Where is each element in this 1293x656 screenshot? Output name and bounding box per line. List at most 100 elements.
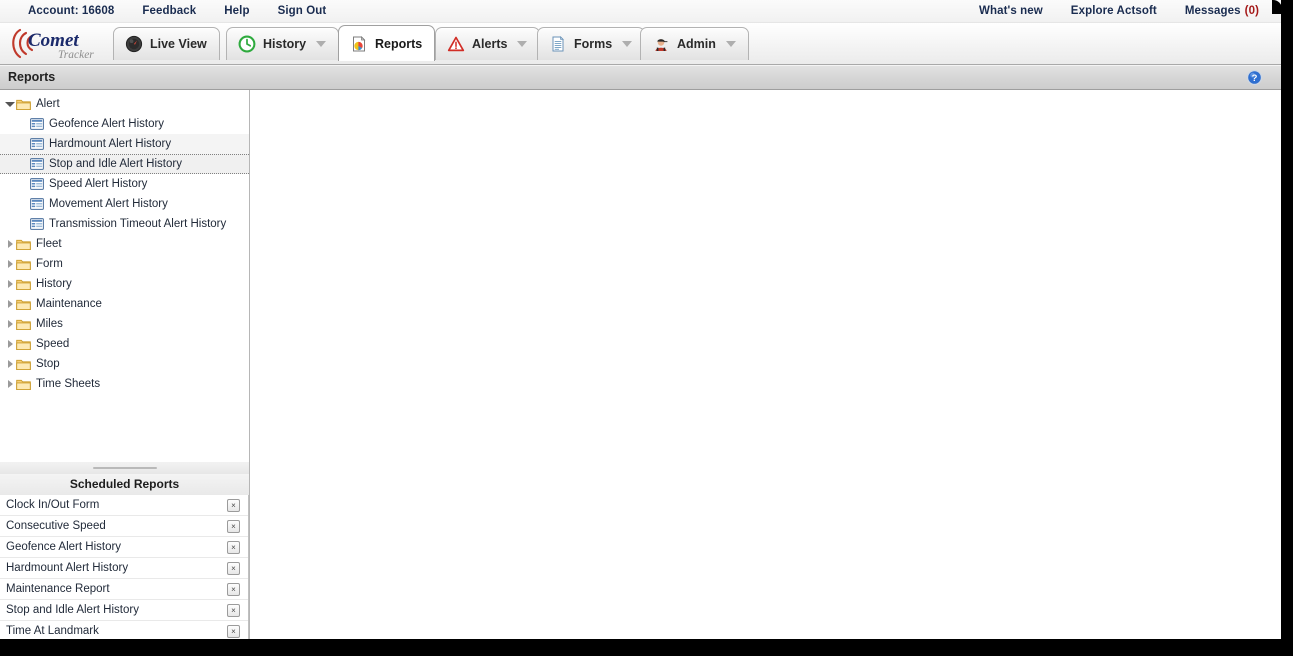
delete-scheduled-report-icon[interactable]: × [227,582,240,596]
tree-expander-expanded-icon[interactable] [4,98,16,110]
scheduled-report-row[interactable]: Clock In/Out Form × [0,495,248,516]
scheduled-report-label: Stop and Idle Alert History [6,604,139,616]
scheduled-reports-header: Scheduled Reports [0,474,249,496]
tree-expander-collapsed-icon[interactable] [4,258,16,270]
sign-out-link[interactable]: Sign Out [264,0,341,22]
svg-text:?: ? [1252,73,1258,84]
tree-node-transmission-timeout-alert-history[interactable]: Transmission Timeout Alert History [0,214,249,234]
tree-node-label: Movement Alert History [49,198,168,210]
chevron-down-icon[interactable] [316,41,327,47]
report-icon [30,178,44,190]
scheduled-reports-list: Clock In/Out Form × Consecutive Speed × Geof… [0,495,249,639]
tab-alerts[interactable]: Alerts [435,27,541,60]
folder-icon [16,239,31,250]
tree-node-label: Alert [36,98,60,110]
warning-triangle-icon [447,35,465,53]
utility-bar-left-links: Account: 16608 Feedback Help Sign Out [14,0,340,22]
tab-forms-label: Forms [574,37,613,51]
delete-scheduled-report-icon[interactable]: × [227,624,240,638]
tree-node-alert[interactable]: Alert [0,94,249,114]
splitter-grip[interactable] [92,467,157,469]
delete-scheduled-report-icon[interactable]: × [227,498,240,512]
tree-node-label: Form [36,258,63,270]
tree-node-label: Stop and Idle Alert History [49,158,182,170]
scheduled-report-row[interactable]: Stop and Idle Alert History × [0,600,248,621]
folder-icon [16,299,31,310]
scheduled-report-row[interactable]: Maintenance Report × [0,579,248,600]
tree-node-speed-alert-history[interactable]: Speed Alert History [0,174,249,194]
whats-new-link[interactable]: What's new [965,0,1057,22]
user-admin-icon [652,35,670,53]
report-content-area [251,90,1281,639]
tree-node-maintenance[interactable]: Maintenance [0,294,249,314]
tab-admin[interactable]: Admin [640,27,749,60]
explore-actsoft-link[interactable]: Explore Actsoft [1057,0,1171,22]
tab-forms[interactable]: Forms [537,27,646,60]
tree-node-geofence-alert-history[interactable]: Geofence Alert History [0,114,249,134]
report-icon [30,118,44,130]
tab-live-view[interactable]: Live View [113,27,220,60]
chevron-down-icon[interactable] [517,41,528,47]
comet-tracker-logo: Comet Tracker [6,24,110,63]
tree-expander-collapsed-icon[interactable] [4,318,16,330]
chevron-down-icon[interactable] [725,41,736,47]
scheduled-report-label: Maintenance Report [6,583,110,595]
tree-node-movement-alert-history[interactable]: Movement Alert History [0,194,249,214]
tree-node-hardmount-alert-history[interactable]: Hardmount Alert History [0,134,249,154]
window-right-shadow [1281,0,1293,656]
scheduled-report-label: Time At Landmark [6,625,99,637]
folder-icon [16,279,31,290]
scheduled-report-label: Geofence Alert History [6,541,122,553]
scheduled-reports-panel: Scheduled Reports Clock In/Out Form × Cons… [0,474,249,639]
tree-node-fleet[interactable]: Fleet [0,234,249,254]
tab-reports-label: Reports [375,36,423,51]
delete-scheduled-report-icon[interactable]: × [227,540,240,554]
brand-subtitle: Tracker [58,49,94,61]
feedback-link[interactable]: Feedback [128,0,210,22]
tab-reports[interactable]: Reports [338,25,436,61]
utility-bar: Account: 16608 Feedback Help Sign Out Wh… [0,0,1281,23]
tree-expander-collapsed-icon[interactable] [4,238,16,250]
help-circle-icon[interactable]: ? [1246,69,1263,86]
delete-scheduled-report-icon[interactable]: × [227,519,240,533]
reports-tree: Alert Geofence Alert History Hardmount Ale… [0,90,249,394]
report-icon [30,138,44,150]
scheduled-report-row[interactable]: Geofence Alert History × [0,537,248,558]
tree-node-stop[interactable]: Stop [0,354,249,374]
tree-expander-collapsed-icon[interactable] [4,378,16,390]
scheduled-report-row[interactable]: Hardmount Alert History × [0,558,248,579]
tab-admin-label: Admin [677,37,716,51]
help-link[interactable]: Help [210,0,263,22]
page-titlebar: Reports ? [0,65,1281,90]
tree-node-miles[interactable]: Miles [0,314,249,334]
tab-history[interactable]: History [226,27,340,60]
tree-expander-collapsed-icon[interactable] [4,358,16,370]
messages-label: Messages [1184,5,1241,17]
delete-scheduled-report-icon[interactable]: × [227,561,240,575]
brand-name: Comet [28,30,79,51]
tree-node-form[interactable]: Form [0,254,249,274]
scheduled-report-label: Hardmount Alert History [6,562,129,574]
tree-node-label: Time Sheets [36,378,101,390]
delete-scheduled-report-icon[interactable]: × [227,603,240,617]
scheduled-report-row[interactable]: Consecutive Speed × [0,516,248,537]
chevron-down-icon[interactable] [622,41,633,47]
window-bottom-shadow [0,639,1293,656]
folder-icon [16,319,31,330]
document-icon [549,35,567,53]
report-chart-icon [350,35,368,53]
tree-expander-collapsed-icon[interactable] [4,298,16,310]
tree-expander-collapsed-icon[interactable] [4,338,16,350]
tree-node-stop-and-idle-alert-history[interactable]: Stop and Idle Alert History [0,154,249,174]
report-icon [30,218,44,230]
tree-expander-collapsed-icon[interactable] [4,278,16,290]
scheduled-report-row[interactable]: Time At Landmark × [0,621,248,639]
tree-node-time-sheets[interactable]: Time Sheets [0,374,249,394]
tab-history-label: History [263,37,307,51]
report-icon [30,198,44,210]
tree-node-history[interactable]: History [0,274,249,294]
reports-tree-panel: Alert Geofence Alert History Hardmount Ale… [0,90,249,463]
messages-link[interactable]: Messages (0) [1171,0,1273,22]
tree-node-speed[interactable]: Speed [0,334,249,354]
tree-node-label: Hardmount Alert History [49,138,172,150]
